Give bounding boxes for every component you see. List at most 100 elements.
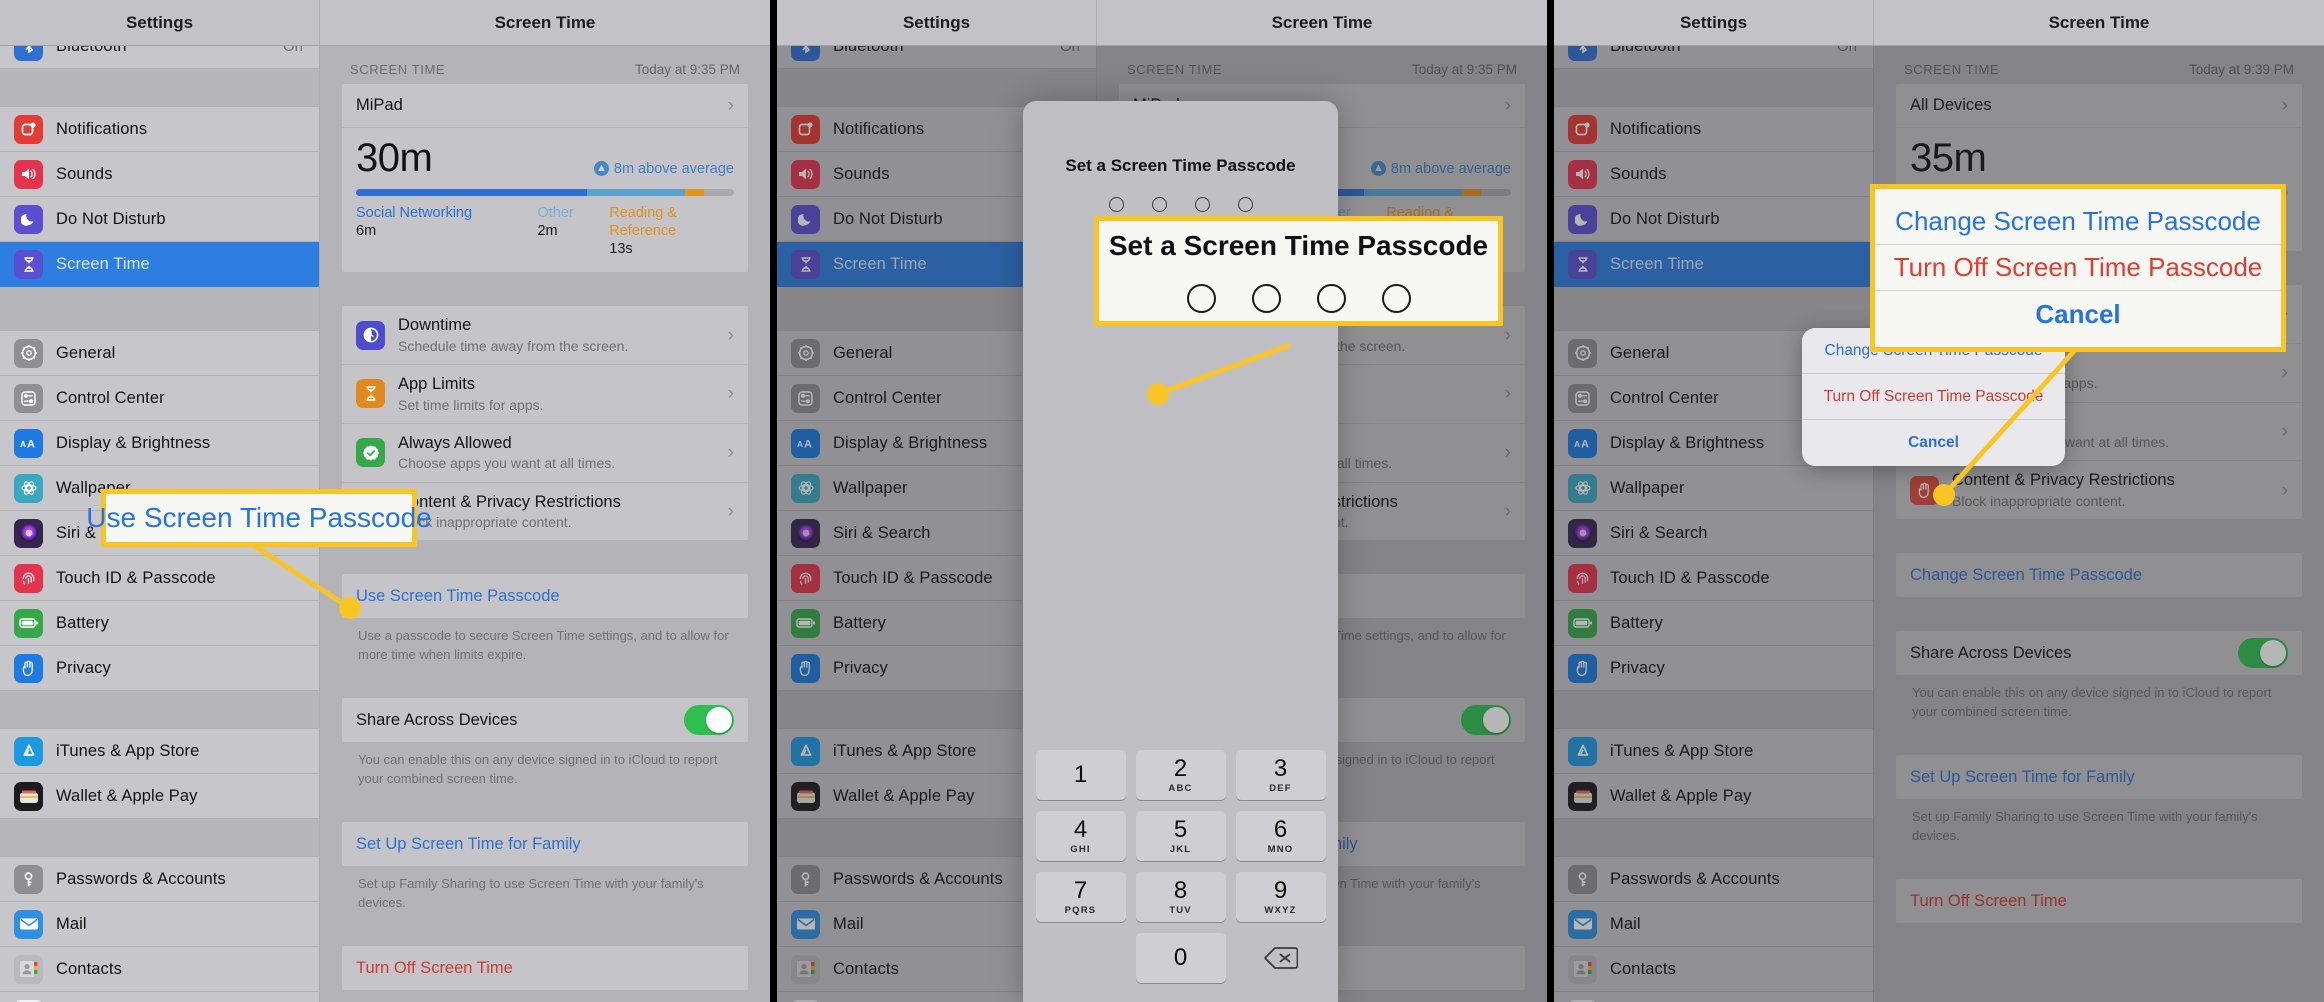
use-passcode-row-1[interactable]: Use Screen Time Passcode xyxy=(342,574,748,618)
contacts-icon xyxy=(1568,954,1597,984)
sidebar-item-display-brightness[interactable]: A A Display & Brightness xyxy=(0,421,319,466)
family-row-1[interactable]: Set Up Screen Time for Family xyxy=(342,822,748,866)
action-turn-off-passcode[interactable]: Turn Off Screen Time Passcode xyxy=(1802,374,2065,420)
feature-row-always-allowed[interactable]: Always Allowed Choose apps you want at al… xyxy=(342,424,748,483)
key-6[interactable]: 6 MNO xyxy=(1235,811,1326,861)
sidebar-3[interactable]: Bluetooth On Notifications Sounds Do Not Dis… xyxy=(1554,46,1874,1002)
sidebar-item-notifications[interactable]: Notifications xyxy=(1554,107,1873,152)
chevron-right-icon: › xyxy=(1504,95,1511,116)
sidebar-item-mail[interactable]: Mail xyxy=(0,902,319,947)
sidebar-item-wallpaper[interactable]: Wallpaper xyxy=(1554,466,1873,511)
sidebar-item-label: Contacts xyxy=(1610,959,1676,978)
siri-icon xyxy=(14,518,43,548)
sidebar-item-itunes-app-store[interactable]: iTunes & App Store xyxy=(0,729,319,774)
sidebar-item-battery[interactable]: Battery xyxy=(1554,601,1873,646)
family-row-3[interactable]: Set Up Screen Time for Family xyxy=(1896,755,2302,799)
key-5[interactable]: 5 JKL xyxy=(1135,811,1226,861)
device-row-1[interactable]: MiPad › xyxy=(342,84,748,128)
moon-icon xyxy=(1568,204,1597,234)
sidebar-item-notifications[interactable]: Notifications xyxy=(0,107,319,152)
sidebar-item-screen-time[interactable]: Screen Time xyxy=(1554,242,1873,287)
sidebar-item-battery[interactable]: Battery xyxy=(0,601,319,646)
callout-passcode-dot xyxy=(1251,283,1281,313)
sidebar-item-do-not-disturb[interactable]: Do Not Disturb xyxy=(1554,197,1873,242)
sidebar-item-privacy[interactable]: Privacy xyxy=(1554,646,1873,691)
turnoff-row-3[interactable]: Turn Off Screen Time xyxy=(1896,879,2302,923)
sidebar-item-wallet-apple-pay[interactable]: Wallet & Apple Pay xyxy=(0,774,319,819)
share-toggle-1[interactable] xyxy=(684,705,734,736)
sidebar-item-control-center[interactable]: Control Center xyxy=(0,376,319,421)
share-card-1[interactable]: Share Across Devices xyxy=(342,698,748,743)
sidebar-group-divider xyxy=(0,819,319,857)
share-toggle-2[interactable] xyxy=(1461,705,1511,736)
sidebar-item-siri-search[interactable]: Siri & Search xyxy=(1554,511,1873,556)
change-passcode-card-3[interactable]: Change Screen Time Passcode xyxy=(1896,553,2302,598)
sidebar-item-label: Bluetooth xyxy=(56,46,127,56)
family-card-1[interactable]: Set Up Screen Time for Family xyxy=(342,822,748,867)
key-3[interactable]: 3 DEF xyxy=(1235,750,1326,800)
passcode-dot xyxy=(1237,197,1253,212)
key-number: 3 xyxy=(1273,754,1288,782)
fingerprint-icon xyxy=(1568,563,1597,593)
sidebar-item-bluetooth[interactable]: Bluetooth On xyxy=(0,46,319,69)
feature-subtitle: Schedule time away from the screen. xyxy=(398,337,629,354)
sidebar-item-touch-id-passcode[interactable]: Touch ID & Passcode xyxy=(0,556,319,601)
key-1[interactable]: 1 xyxy=(1035,750,1126,800)
sidebar-item-contacts[interactable]: Contacts xyxy=(0,947,319,992)
sidebar-item-passwords-accounts[interactable]: Passwords & Accounts xyxy=(0,857,319,902)
legend-value-0: 6m xyxy=(356,223,377,240)
sidebar-item-label: Sounds xyxy=(1610,164,1667,183)
share-row-1[interactable]: Share Across Devices xyxy=(342,698,748,742)
sidebar-item-label: Do Not Disturb xyxy=(56,209,166,228)
sidebar-item-label: Wallet & Apple Pay xyxy=(1610,786,1752,805)
sidebar-item-sounds[interactable]: Sounds xyxy=(0,152,319,197)
passcode-dot xyxy=(1194,197,1210,212)
turnoff-card-3[interactable]: Turn Off Screen Time xyxy=(1896,879,2302,924)
sidebar-item-bluetooth[interactable]: Bluetooth On xyxy=(777,46,1096,69)
key-2[interactable]: 2 ABC xyxy=(1135,750,1226,800)
delete-key-icon[interactable] xyxy=(1236,933,1326,983)
sidebar-item-contacts[interactable]: Contacts xyxy=(1554,947,1873,992)
callout-passcode-dot xyxy=(1186,283,1216,313)
chevron-right-icon: › xyxy=(2281,362,2288,384)
share-card-3[interactable]: Share Across Devices xyxy=(1896,631,2302,676)
sidebar-item-calendar[interactable]: Calendar xyxy=(0,992,319,1002)
sidebar-item-do-not-disturb[interactable]: Do Not Disturb xyxy=(0,197,319,242)
feature-title: Content & Privacy Restrictions xyxy=(1952,471,2175,490)
change-passcode-row-3[interactable]: Change Screen Time Passcode xyxy=(1896,553,2302,597)
sidebar-item-mail[interactable]: Mail xyxy=(1554,902,1873,947)
feature-row-content-privacy-restrictions[interactable]: Content & Privacy Restrictions Block inap… xyxy=(1896,461,2302,519)
turnoff-card-1[interactable]: Turn Off Screen Time xyxy=(342,946,748,991)
device-row-3[interactable]: All Devices › xyxy=(1896,84,2302,128)
key-7[interactable]: 7 PQRS xyxy=(1035,872,1126,922)
share-toggle-3[interactable] xyxy=(2238,638,2288,669)
sidebar-item-sounds[interactable]: Sounds xyxy=(1554,152,1873,197)
feature-row-app-limits[interactable]: App Limits Set time limits for apps. › xyxy=(342,365,748,424)
key-9[interactable]: 9 WXYZ xyxy=(1235,872,1326,922)
share-row-3[interactable]: Share Across Devices xyxy=(1896,631,2302,675)
sidebar-item-passwords-accounts[interactable]: Passwords & Accounts xyxy=(1554,857,1873,902)
sidebar-item-itunes-app-store[interactable]: iTunes & App Store xyxy=(1554,729,1873,774)
feature-title: Always Allowed xyxy=(398,433,512,452)
key-letters: MNO xyxy=(1267,843,1294,855)
key-4[interactable]: 4 GHI xyxy=(1035,811,1126,861)
feature-row-downtime[interactable]: Downtime Schedule time away from the scre… xyxy=(342,306,748,365)
sidebar-item-screen-time[interactable]: Screen Time xyxy=(0,242,319,287)
action-cancel[interactable]: Cancel xyxy=(1802,420,2065,466)
turnoff-row-1[interactable]: Turn Off Screen Time xyxy=(342,946,748,990)
sidebar-item-wallet-apple-pay[interactable]: Wallet & Apple Pay xyxy=(1554,774,1873,819)
numeric-keypad[interactable]: 1 2 ABC 3 DEF 4 GHI 5 JKL 6 MNO 7 PQRS 8 TUV 9 WXYZ 0 xyxy=(1023,750,1338,1002)
sidebar-item-privacy[interactable]: Privacy xyxy=(0,646,319,691)
sidebar-item-general[interactable]: General xyxy=(0,331,319,376)
key-8[interactable]: 8 TUV xyxy=(1135,872,1226,922)
passcode-card-1[interactable]: Use Screen Time Passcode xyxy=(342,574,748,619)
sidebar-item-calendar[interactable]: Calendar xyxy=(1554,992,1873,1002)
sidebar-item-bluetooth[interactable]: Bluetooth On xyxy=(1554,46,1873,69)
key-0[interactable]: 0 xyxy=(1135,933,1226,983)
sidebar-item-label: Do Not Disturb xyxy=(1610,209,1720,228)
family-card-3[interactable]: Set Up Screen Time for Family xyxy=(1896,755,2302,800)
key-number: 5 xyxy=(1173,815,1188,843)
contacts-icon xyxy=(791,954,820,984)
sidebar-item-touch-id-passcode[interactable]: Touch ID & Passcode xyxy=(1554,556,1873,601)
arrow-up-icon: ▲ xyxy=(1370,161,1386,176)
